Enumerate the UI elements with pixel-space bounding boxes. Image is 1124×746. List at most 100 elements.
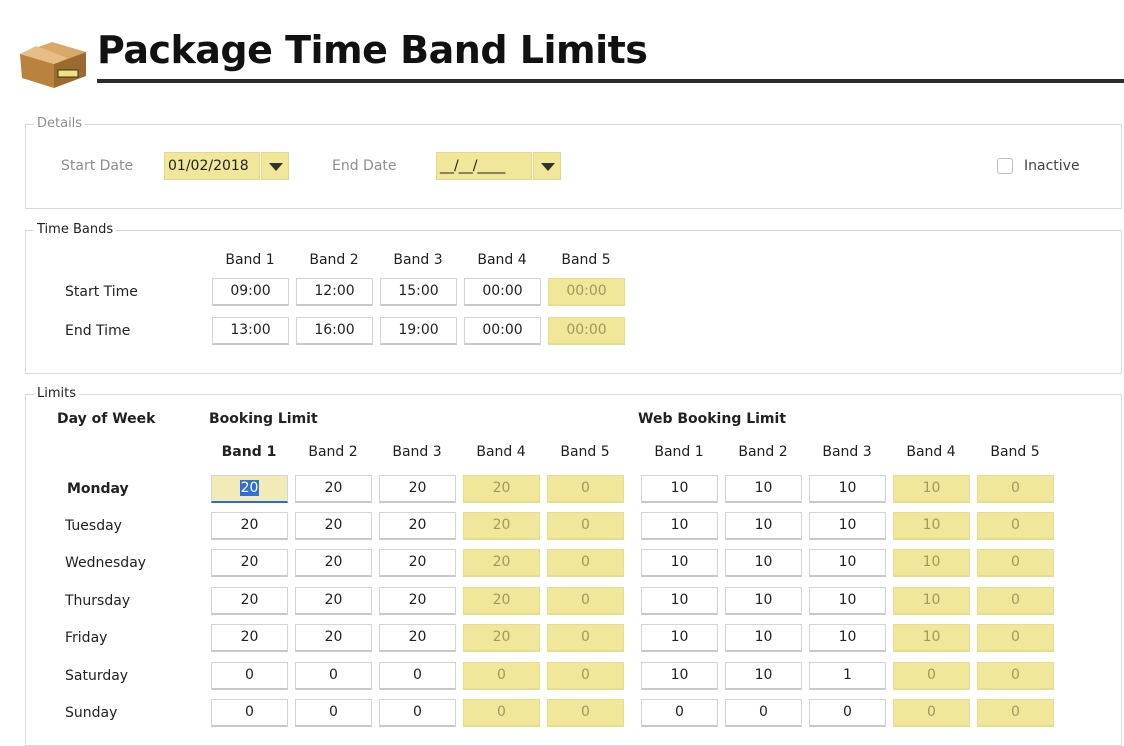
web-booking-limit-sunday-band-2-field[interactable]: 0 (725, 699, 802, 727)
web-booking-limit-wednesday-band-3-field[interactable]: 10 (809, 549, 886, 577)
web-booking-limit-tuesday-band-3-field[interactable]: 10 (809, 512, 886, 540)
booking-limit-saturday-band-3-field[interactable]: 0 (379, 662, 456, 690)
booking-limit-thursday-band-2-field[interactable]: 20 (295, 587, 372, 615)
web-booking-limit-monday-band-2-field[interactable]: 10 (725, 475, 802, 503)
web-booking-limit-friday-band-2-field[interactable]: 10 (725, 624, 802, 652)
web-booking-limit-tuesday-band-5-field[interactable]: 0 (977, 512, 1054, 540)
end-date-dropdown-button[interactable] (533, 152, 561, 180)
web-booking-limit-monday-band-4-field[interactable]: 10 (893, 475, 970, 503)
web-booking-limit-saturday-band-1-field[interactable]: 10 (641, 662, 718, 690)
package-box-icon (20, 42, 86, 88)
web-booking-limit-sunday-band-4-field[interactable]: 0 (893, 699, 970, 727)
end-time-band-1-field[interactable]: 13:00 (212, 317, 289, 345)
booking-limit-tuesday-band-4-field[interactable]: 20 (463, 512, 540, 540)
booking-limit-friday-band-4-field[interactable]: 20 (463, 624, 540, 652)
booking-limit-sunday-band-2-field[interactable]: 0 (295, 699, 372, 727)
start-time-band-1-field[interactable]: 09:00 (212, 278, 289, 306)
web-booking-limit-thursday-band-3-field[interactable]: 10 (809, 587, 886, 615)
day-label-tuesday: Tuesday (65, 518, 122, 534)
web-booking-limit-tuesday-band-1-field[interactable]: 10 (641, 512, 718, 540)
web-booking-limit-thursday-band-1-field[interactable]: 10 (641, 587, 718, 615)
day-label-sunday: Sunday (65, 705, 118, 721)
web-booking-limit-saturday-band-4-field[interactable]: 0 (893, 662, 970, 690)
web-booking-limit-monday-band-3-field[interactable]: 10 (809, 475, 886, 503)
booking-limit-thursday-band-3-field[interactable]: 20 (379, 587, 456, 615)
booking-limit-sunday-band-4-field[interactable]: 0 (463, 699, 540, 727)
start-time-band-5-field[interactable]: 00:00 (548, 278, 625, 306)
web-booking-limit-sunday-band-5-field[interactable]: 0 (977, 699, 1054, 727)
end-time-band-2-field[interactable]: 16:00 (296, 317, 373, 345)
booking-limit-sunday-band-1-field[interactable]: 0 (211, 699, 288, 727)
web-booking-limit-saturday-band-3-field[interactable]: 1 (809, 662, 886, 690)
booking-limit-tuesday-band-3-field[interactable]: 20 (379, 512, 456, 540)
booking-limit-wednesday-band-1-field[interactable]: 20 (211, 549, 288, 577)
booking-limit-monday-band-3-field[interactable]: 20 (379, 475, 456, 503)
time-band-header: Band 5 (561, 252, 611, 268)
time-band-header: Band 1 (225, 252, 275, 268)
inactive-checkbox[interactable] (997, 158, 1013, 174)
booking-limit-monday-band-4-field[interactable]: 20 (463, 475, 540, 503)
booking-limit-thursday-band-5-field[interactable]: 0 (547, 587, 624, 615)
end-time-band-3-field[interactable]: 19:00 (380, 317, 457, 345)
booking-limit-friday-band-1-field[interactable]: 20 (211, 624, 288, 652)
start-time-band-2-field[interactable]: 12:00 (296, 278, 373, 306)
booking-limit-tuesday-band-1-field[interactable]: 20 (211, 512, 288, 540)
web-booking-limit-monday-band-1-field[interactable]: 10 (641, 475, 718, 503)
booking-limit-wednesday-band-5-field[interactable]: 0 (547, 549, 624, 577)
start-time-band-4-field[interactable]: 00:00 (464, 278, 541, 306)
web-booking-limit-thursday-band-2-field[interactable]: 10 (725, 587, 802, 615)
booking-limit-sunday-band-3-field[interactable]: 0 (379, 699, 456, 727)
web-booking-limit-wednesday-band-1-field[interactable]: 10 (641, 549, 718, 577)
booking-limit-saturday-band-5-field[interactable]: 0 (547, 662, 624, 690)
start-date-dropdown-button[interactable] (261, 152, 289, 180)
booking-limit-saturday-band-2-field[interactable]: 0 (295, 662, 372, 690)
web-booking-limit-sunday-band-3-field[interactable]: 0 (809, 699, 886, 727)
web-booking-limit-friday-band-1-field[interactable]: 10 (641, 624, 718, 652)
booking-limit-monday-band-2-field[interactable]: 20 (295, 475, 372, 503)
web-band-header: Band 5 (990, 444, 1040, 460)
booking-limit-wednesday-band-4-field[interactable]: 20 (463, 549, 540, 577)
web-booking-limit-sunday-band-1-field[interactable]: 0 (641, 699, 718, 727)
booking-limit-tuesday-band-5-field[interactable]: 0 (547, 512, 624, 540)
web-booking-limit-friday-band-5-field[interactable]: 0 (977, 624, 1054, 652)
web-booking-limit-saturday-band-2-field[interactable]: 10 (725, 662, 802, 690)
web-booking-limit-thursday-band-5-field[interactable]: 0 (977, 587, 1054, 615)
booking-limit-tuesday-band-2-field[interactable]: 20 (295, 512, 372, 540)
booking-limit-saturday-band-4-field[interactable]: 0 (463, 662, 540, 690)
web-band-header: Band 4 (906, 444, 956, 460)
end-time-band-5-field[interactable]: 00:00 (548, 317, 625, 345)
start-date-field[interactable]: 01/02/2018 (164, 152, 260, 180)
web-booking-limit-wednesday-band-2-field[interactable]: 10 (725, 549, 802, 577)
web-booking-limit-monday-band-5-field[interactable]: 0 (977, 475, 1054, 503)
details-legend: Details (34, 116, 86, 132)
booking-limit-monday-band-1-field[interactable]: 20 (211, 475, 288, 503)
booking-limit-thursday-band-1-field[interactable]: 20 (211, 587, 288, 615)
booking-limit-wednesday-band-2-field[interactable]: 20 (295, 549, 372, 577)
booking-limit-friday-band-3-field[interactable]: 20 (379, 624, 456, 652)
web-booking-limit-header: Web Booking Limit (638, 411, 787, 427)
booking-limit-friday-band-5-field[interactable]: 0 (547, 624, 624, 652)
booking-limit-saturday-band-1-field[interactable]: 0 (211, 662, 288, 690)
booking-band-header: Band 1 (221, 444, 277, 460)
booking-limit-friday-band-2-field[interactable]: 20 (295, 624, 372, 652)
web-booking-limit-friday-band-3-field[interactable]: 10 (809, 624, 886, 652)
selected-text: 20 (239, 480, 260, 496)
day-label-monday: Monday (67, 481, 129, 497)
booking-limit-sunday-band-5-field[interactable]: 0 (547, 699, 624, 727)
end-date-field[interactable]: __/__/____ (436, 152, 532, 180)
day-label-friday: Friday (65, 630, 108, 646)
web-band-header: Band 2 (738, 444, 788, 460)
web-booking-limit-thursday-band-4-field[interactable]: 10 (893, 587, 970, 615)
web-booking-limit-wednesday-band-5-field[interactable]: 0 (977, 549, 1054, 577)
start-time-band-3-field[interactable]: 15:00 (380, 278, 457, 306)
day-of-week-header: Day of Week (57, 411, 156, 427)
web-booking-limit-tuesday-band-2-field[interactable]: 10 (725, 512, 802, 540)
web-booking-limit-tuesday-band-4-field[interactable]: 10 (893, 512, 970, 540)
booking-limit-wednesday-band-3-field[interactable]: 20 (379, 549, 456, 577)
web-booking-limit-saturday-band-5-field[interactable]: 0 (977, 662, 1054, 690)
booking-limit-monday-band-5-field[interactable]: 0 (547, 475, 624, 503)
web-booking-limit-friday-band-4-field[interactable]: 10 (893, 624, 970, 652)
end-time-band-4-field[interactable]: 00:00 (464, 317, 541, 345)
booking-limit-thursday-band-4-field[interactable]: 20 (463, 587, 540, 615)
web-booking-limit-wednesday-band-4-field[interactable]: 10 (893, 549, 970, 577)
